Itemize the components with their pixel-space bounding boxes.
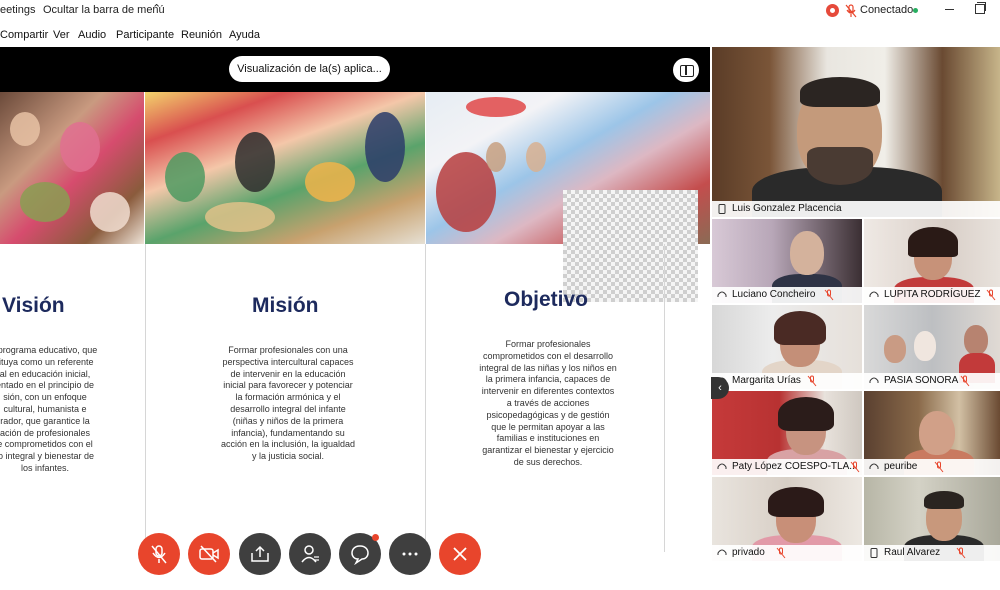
participant-name: PASIA SONORA bbox=[884, 375, 959, 386]
participant-name-bar: LUPITA RODRÍGUEZ bbox=[864, 287, 1000, 303]
menu-ver[interactable]: Ver bbox=[53, 29, 70, 41]
participant-name: Margarita Urías bbox=[732, 375, 801, 386]
connected-indicator bbox=[913, 8, 918, 13]
participant-tile[interactable]: Raul Alvarez bbox=[864, 477, 1000, 561]
main-speaker-video[interactable]: Luis Gonzalez Placencia bbox=[712, 47, 1000, 217]
menu-bar: Compartir Ver Audio Participante Reunión… bbox=[0, 24, 1000, 46]
hide-menu-bar-button[interactable]: Ocultar la barra de menú bbox=[43, 4, 165, 16]
more-options-button[interactable] bbox=[389, 533, 431, 575]
meeting-window: eetings Ocultar la barra de menú ⌃ Conec… bbox=[0, 0, 1000, 590]
menu-compartir[interactable]: Compartir bbox=[0, 29, 48, 41]
leave-icon bbox=[453, 547, 467, 561]
classroom-photo bbox=[0, 92, 144, 244]
presentation-slide: Visión eprograma educativo, que tituya c… bbox=[0, 92, 710, 554]
participant-name-bar: Paty López COESPO-TLA... bbox=[712, 459, 862, 475]
participant-tile[interactable]: Luciano Concheiro bbox=[712, 219, 862, 303]
participant-name-bar: PASIA SONORA bbox=[864, 373, 1000, 389]
mic-muted-icon[interactable] bbox=[845, 4, 857, 18]
chevron-up-icon[interactable]: ⌃ bbox=[152, 2, 161, 15]
participant-name-bar: Luciano Concheiro bbox=[712, 287, 862, 303]
view-application-button[interactable]: Visualización de la(s) aplica... bbox=[229, 56, 390, 82]
menu-participante[interactable]: Participante bbox=[116, 29, 174, 41]
video-muted-icon bbox=[199, 545, 219, 563]
headset-icon bbox=[869, 377, 879, 383]
restore-button[interactable] bbox=[975, 2, 986, 14]
objetivo-title: Objetivo bbox=[504, 288, 589, 311]
mic-muted-icon bbox=[986, 289, 996, 301]
participant-tile[interactable]: Paty López COESPO-TLA... bbox=[712, 391, 862, 475]
mision-text: Formar profesionales con una perspectiva… bbox=[220, 345, 356, 462]
transparent-placeholder bbox=[563, 190, 698, 302]
record-icon[interactable] bbox=[826, 4, 839, 17]
app-title: eetings bbox=[0, 4, 36, 16]
participant-tile[interactable]: Margarita Urías bbox=[712, 305, 862, 389]
headset-icon bbox=[717, 463, 727, 469]
share-button[interactable] bbox=[239, 533, 281, 575]
phone-icon bbox=[870, 548, 878, 558]
more-icon bbox=[402, 552, 418, 556]
participant-name-bar: Luis Gonzalez Placencia bbox=[712, 201, 1000, 217]
menu-ayuda[interactable]: Ayuda bbox=[229, 29, 260, 41]
participant-name: peuribe bbox=[884, 461, 918, 472]
objetivo-text: Formar profesionales comprometidos con e… bbox=[479, 339, 617, 467]
minimize-button[interactable] bbox=[945, 9, 954, 10]
column-divider bbox=[664, 244, 665, 552]
mic-muted-icon bbox=[824, 289, 834, 301]
participant-name: Luciano Concheiro bbox=[732, 289, 816, 300]
participant-name: Luis Gonzalez Placencia bbox=[732, 203, 842, 214]
participants-icon bbox=[301, 545, 319, 563]
chat-icon bbox=[351, 545, 369, 565]
mic-muted-icon bbox=[850, 461, 860, 473]
mision-title: Misión bbox=[252, 294, 319, 317]
participant-name: Paty López COESPO-TLA... bbox=[732, 461, 858, 472]
mute-button[interactable] bbox=[138, 533, 180, 575]
share-screen-icon bbox=[251, 545, 269, 562]
mic-muted-icon bbox=[960, 375, 970, 387]
participant-name-bar: Raul Alvarez bbox=[864, 545, 1000, 561]
menu-audio[interactable]: Audio bbox=[78, 29, 106, 41]
participant-tile[interactable]: peuribe bbox=[864, 391, 1000, 475]
menu-reunion[interactable]: Reunión bbox=[181, 29, 222, 41]
headset-icon bbox=[717, 549, 727, 555]
classroom-photo bbox=[145, 92, 425, 244]
column-divider bbox=[145, 244, 146, 552]
chat-notification-badge bbox=[372, 534, 379, 541]
mic-muted-icon bbox=[776, 547, 786, 559]
vision-title: Visión bbox=[2, 294, 65, 317]
leave-meeting-button[interactable] bbox=[439, 533, 481, 575]
participant-tile[interactable]: PASIA SONORA bbox=[864, 305, 1000, 389]
stop-video-button[interactable] bbox=[188, 533, 230, 575]
participant-tile[interactable]: privado bbox=[712, 477, 862, 561]
participant-name: LUPITA RODRÍGUEZ bbox=[884, 289, 981, 300]
mic-muted-icon bbox=[151, 545, 167, 564]
headset-icon bbox=[869, 463, 879, 469]
title-bar: eetings Ocultar la barra de menú ⌃ Conec… bbox=[0, 0, 1000, 24]
mic-muted-icon bbox=[807, 375, 817, 387]
participant-name: Raul Alvarez bbox=[884, 547, 941, 558]
phone-icon bbox=[718, 204, 726, 214]
mic-muted-icon bbox=[956, 547, 966, 559]
participant-name-bar: privado bbox=[712, 545, 862, 561]
participants-button[interactable] bbox=[289, 533, 331, 575]
participant-name-bar: Margarita Urías bbox=[712, 373, 862, 389]
mic-muted-icon bbox=[934, 461, 944, 473]
layout-icon[interactable] bbox=[673, 58, 699, 82]
shared-screen: Visión eprograma educativo, que tituya c… bbox=[0, 47, 710, 554]
headset-icon bbox=[717, 291, 727, 297]
participant-name: privado bbox=[732, 547, 765, 558]
vision-text: eprograma educativo, que tituya como un … bbox=[0, 345, 98, 473]
participant-name-bar: peuribe bbox=[864, 459, 1000, 475]
participants-panel: Luis Gonzalez Placencia Luciano Concheir… bbox=[710, 47, 1000, 590]
connection-status: Conectado bbox=[860, 4, 914, 16]
headset-icon bbox=[869, 291, 879, 297]
participant-tile[interactable]: LUPITA RODRÍGUEZ bbox=[864, 219, 1000, 303]
column-divider bbox=[425, 244, 426, 552]
